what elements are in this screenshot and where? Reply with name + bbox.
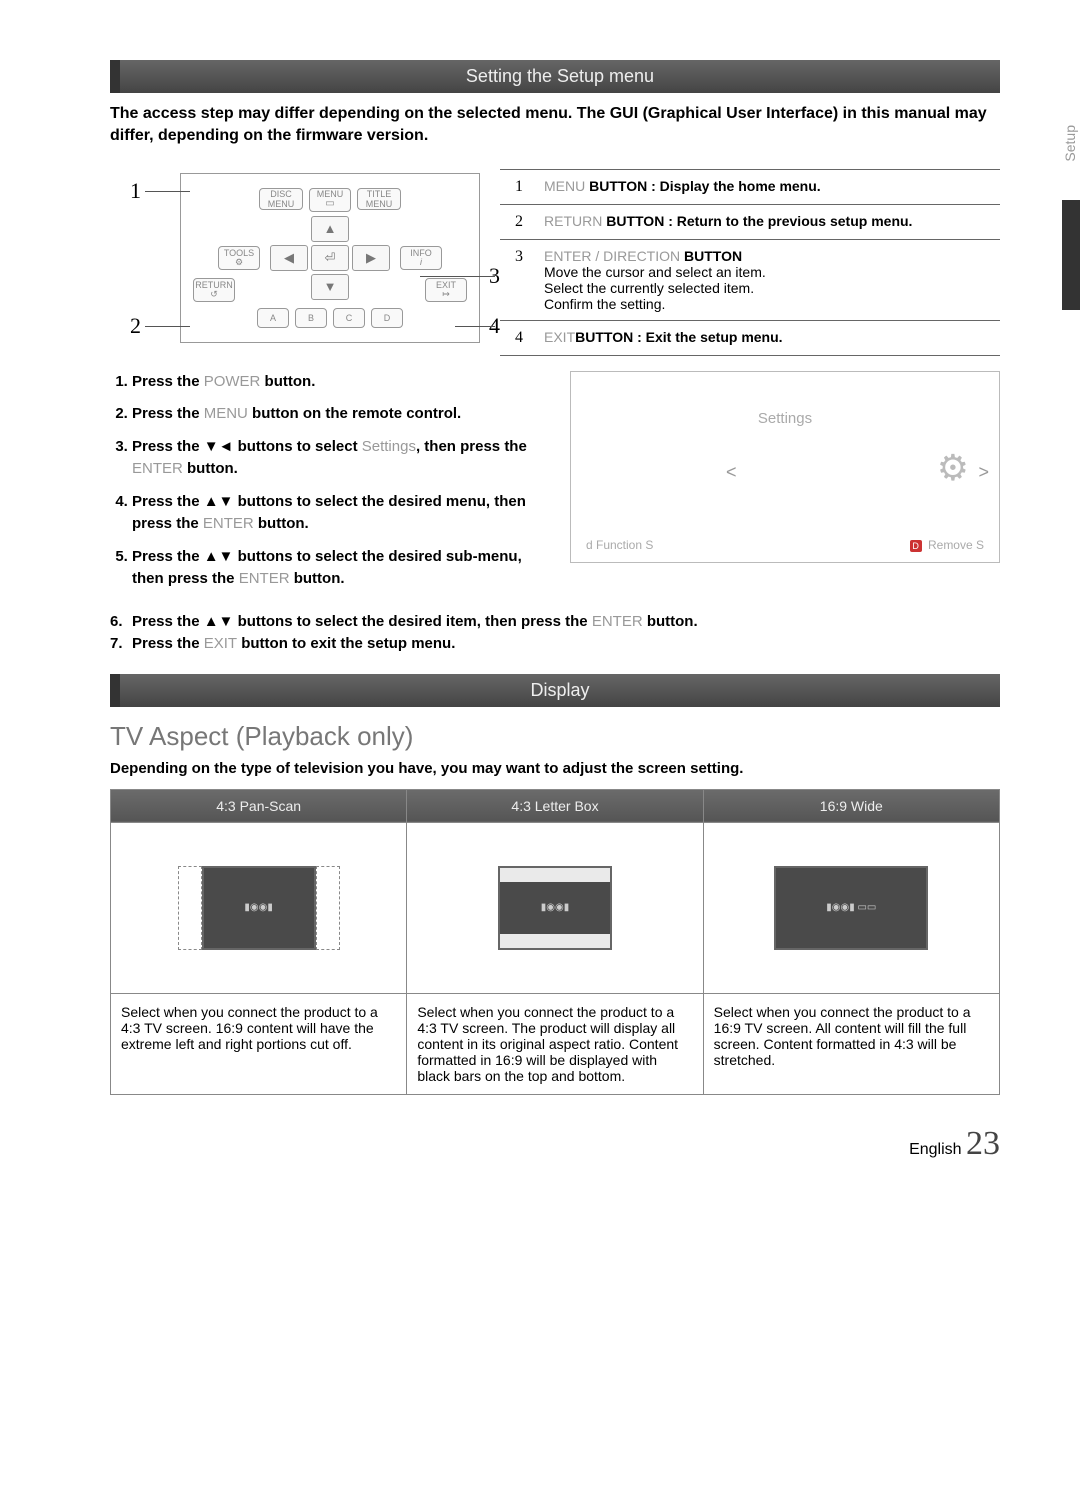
- row-desc: RETURN BUTTON : Return to the previous s…: [538, 204, 1000, 239]
- side-thumb-tab: [1062, 200, 1080, 310]
- aspect-header-panscan: 4:3 Pan-Scan: [111, 789, 407, 822]
- callout-1: 1: [130, 178, 141, 204]
- step-4: Press the ▲▼ buttons to select the desir…: [132, 491, 550, 536]
- intro-text: The access step may differ depending on …: [110, 103, 1000, 148]
- aspect-intro: Depending on the type of television you …: [110, 760, 1000, 777]
- stereo-icon: ▮◉◉▮ ▭▭: [826, 902, 876, 913]
- stereo-icon: ▮◉◉▮: [244, 902, 272, 913]
- steps-list: Press the POWER button. Press the MENU b…: [110, 371, 550, 601]
- footer-remove: D Remove S: [910, 538, 984, 552]
- step-1: Press the POWER button.: [132, 371, 550, 394]
- stereo-icon: ▮◉◉▮: [541, 902, 569, 913]
- footer-function: d Function S: [586, 538, 653, 552]
- settings-arrow-left-icon: <: [726, 462, 737, 483]
- step-2: Press the MENU button on the remote cont…: [132, 403, 550, 426]
- callout-line: [145, 191, 190, 192]
- remote-exit: EXIT↦: [425, 278, 467, 302]
- callout-line: [455, 326, 495, 327]
- aspect-img-panscan: ▮◉◉▮: [121, 833, 396, 983]
- page-footer: English 23: [110, 1125, 1000, 1163]
- aspect-desc-panscan: Select when you connect the product to a…: [111, 993, 407, 1094]
- row-num: 3: [500, 239, 538, 320]
- settings-title: Settings: [571, 410, 999, 427]
- remote-disc-menu: DISC MENU: [259, 188, 303, 210]
- extra-steps: 6.Press the ▲▼ buttons to select the des…: [110, 611, 1000, 656]
- row-num: 2: [500, 204, 538, 239]
- remote-color-a: A: [257, 308, 289, 328]
- remote-color-c: C: [333, 308, 365, 328]
- remote-diagram: 1 2 3 4 DISC MENU MENU▭ TITLE MENU TOOLS…: [110, 163, 480, 356]
- step-3: Press the ▼◄ buttons to select Settings,…: [132, 436, 550, 481]
- aspect-header-letterbox: 4:3 Letter Box: [407, 789, 703, 822]
- aspect-desc-wide: Select when you connect the product to a…: [703, 993, 999, 1094]
- aspect-header-wide: 16:9 Wide: [703, 789, 999, 822]
- step-6: 6.Press the ▲▼ buttons to select the des…: [110, 611, 1000, 634]
- aspect-img-wide: ▮◉◉▮ ▭▭: [714, 833, 989, 983]
- gear-icon: ⚙: [937, 447, 969, 489]
- remote-title-menu: TITLE MENU: [357, 188, 401, 210]
- remote-info: INFOi: [400, 246, 442, 270]
- callout-line: [145, 326, 190, 327]
- aspect-table: 4:3 Pan-Scan 4:3 Letter Box 16:9 Wide ▮◉…: [110, 789, 1000, 1095]
- aspect-img-letterbox: ▮◉◉▮: [417, 833, 692, 983]
- remote-color-b: B: [295, 308, 327, 328]
- page-lang: English: [909, 1141, 961, 1158]
- row-desc: EXITBUTTON : Exit the setup menu.: [538, 320, 1000, 355]
- button-description-table: 1 MENU BUTTON : Display the home menu. 2…: [500, 169, 1000, 356]
- dpad-down-icon: ▼: [311, 274, 349, 300]
- row-num: 1: [500, 169, 538, 204]
- step-5: Press the ▲▼ buttons to select the desir…: [132, 546, 550, 591]
- dpad-left-icon: ◀: [270, 245, 308, 271]
- remote-return: RETURN↺: [193, 278, 235, 302]
- side-tab-label: Setup: [1062, 125, 1078, 162]
- remote-tools: TOOLS⚙: [218, 246, 260, 270]
- step-7: 7.Press the EXIT button to exit the setu…: [110, 633, 1000, 656]
- remote-menu: MENU▭: [309, 188, 351, 212]
- side-tab: Setup: [1052, 0, 1080, 1200]
- dpad-enter-icon: ⏎: [311, 245, 349, 271]
- page-number: 23: [966, 1125, 1000, 1162]
- section-bar-display: Display: [110, 674, 1000, 707]
- callout-line: [420, 276, 495, 277]
- row-num: 4: [500, 320, 538, 355]
- dpad-up-icon: ▲: [311, 216, 349, 242]
- remote-color-d: D: [371, 308, 403, 328]
- callout-2: 2: [130, 313, 141, 339]
- dpad-right-icon: ▶: [352, 245, 390, 271]
- heading-tv-aspect: TV Aspect (Playback only): [110, 721, 1000, 752]
- settings-screen: Settings < ⚙ > d Function S D Remove S: [570, 371, 1000, 563]
- row-desc: MENU BUTTON : Display the home menu.: [538, 169, 1000, 204]
- row-desc: ENTER / DIRECTION BUTTON Move the cursor…: [538, 239, 1000, 320]
- section-bar-setup-menu: Setting the Setup menu: [110, 60, 1000, 93]
- settings-arrow-right-icon: >: [978, 462, 989, 483]
- aspect-desc-letterbox: Select when you connect the product to a…: [407, 993, 703, 1094]
